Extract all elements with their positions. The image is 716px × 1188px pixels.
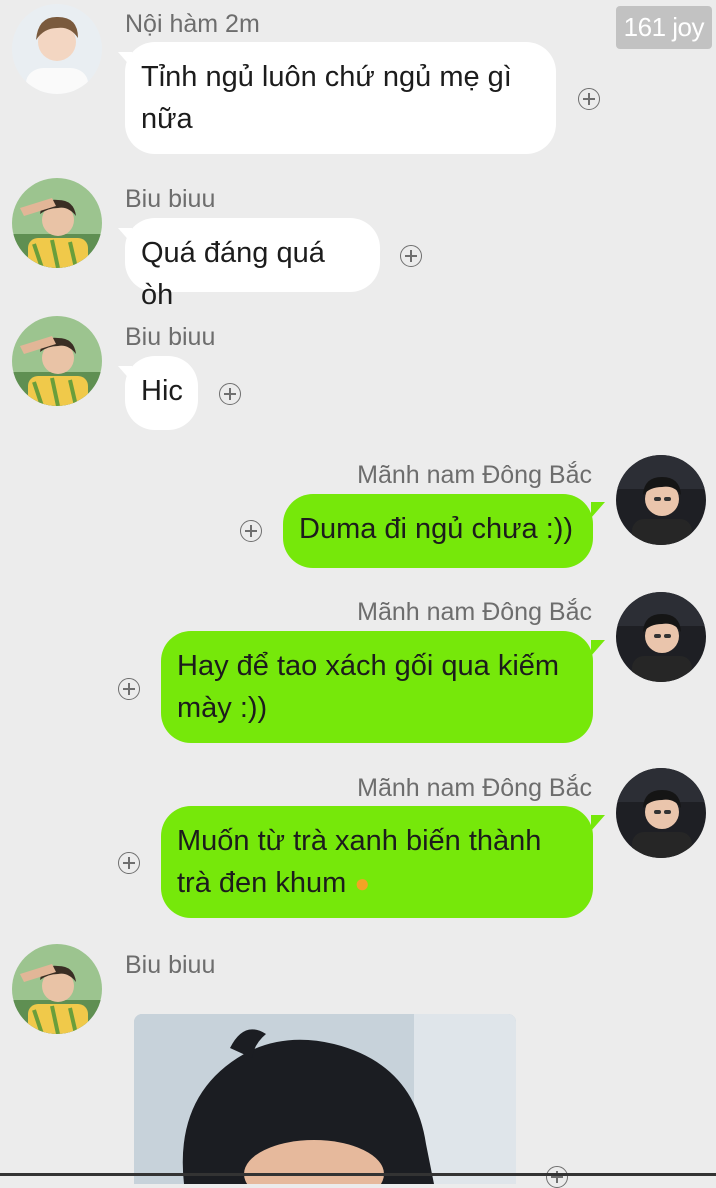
sender-name: Mãnh nam Đông Bắc — [357, 598, 592, 626]
avatar[interactable] — [616, 768, 706, 858]
message-bubble[interactable]: Muốn từ trà xanh biến thành trà đen khum… — [161, 806, 593, 918]
avatar[interactable] — [616, 455, 706, 545]
sender-name: Mãnh nam Đông Bắc — [357, 461, 592, 489]
fist-icon: ● — [354, 868, 371, 898]
plus-circle-icon[interactable] — [219, 383, 241, 405]
message-bubble[interactable]: Quá đáng quá òh — [125, 218, 380, 311]
avatar[interactable] — [12, 316, 102, 406]
image-message[interactable] — [134, 1014, 516, 1184]
plus-circle-icon[interactable] — [240, 520, 262, 542]
avatar[interactable] — [12, 4, 102, 94]
message-bubble[interactable]: Hic — [125, 356, 198, 430]
plus-circle-icon[interactable] — [118, 678, 140, 700]
sender-name: Nội hàm 2m — [125, 10, 260, 38]
plus-circle-icon[interactable] — [578, 88, 600, 110]
sender-name: Mãnh nam Đông Bắc — [357, 774, 592, 802]
sender-name: Biu biuu — [125, 951, 216, 979]
plus-circle-icon[interactable] — [400, 245, 422, 267]
watermark: 161 joy — [615, 6, 712, 49]
sender-name: Biu biuu — [125, 185, 216, 213]
avatar[interactable] — [12, 944, 102, 1034]
plus-circle-icon[interactable] — [546, 1166, 568, 1188]
message-bubble[interactable]: Hay để tao xách gối qua kiếm mày :)) — [161, 631, 593, 743]
avatar[interactable] — [616, 592, 706, 682]
message-bubble[interactable]: Duma đi ngủ chưa :)) — [283, 494, 593, 568]
avatar[interactable] — [12, 178, 102, 268]
plus-circle-icon[interactable] — [118, 852, 140, 874]
sender-name: Biu biuu — [125, 323, 216, 351]
message-bubble[interactable]: Tỉnh ngủ luôn chứ ngủ mẹ gì nữa — [125, 42, 556, 154]
